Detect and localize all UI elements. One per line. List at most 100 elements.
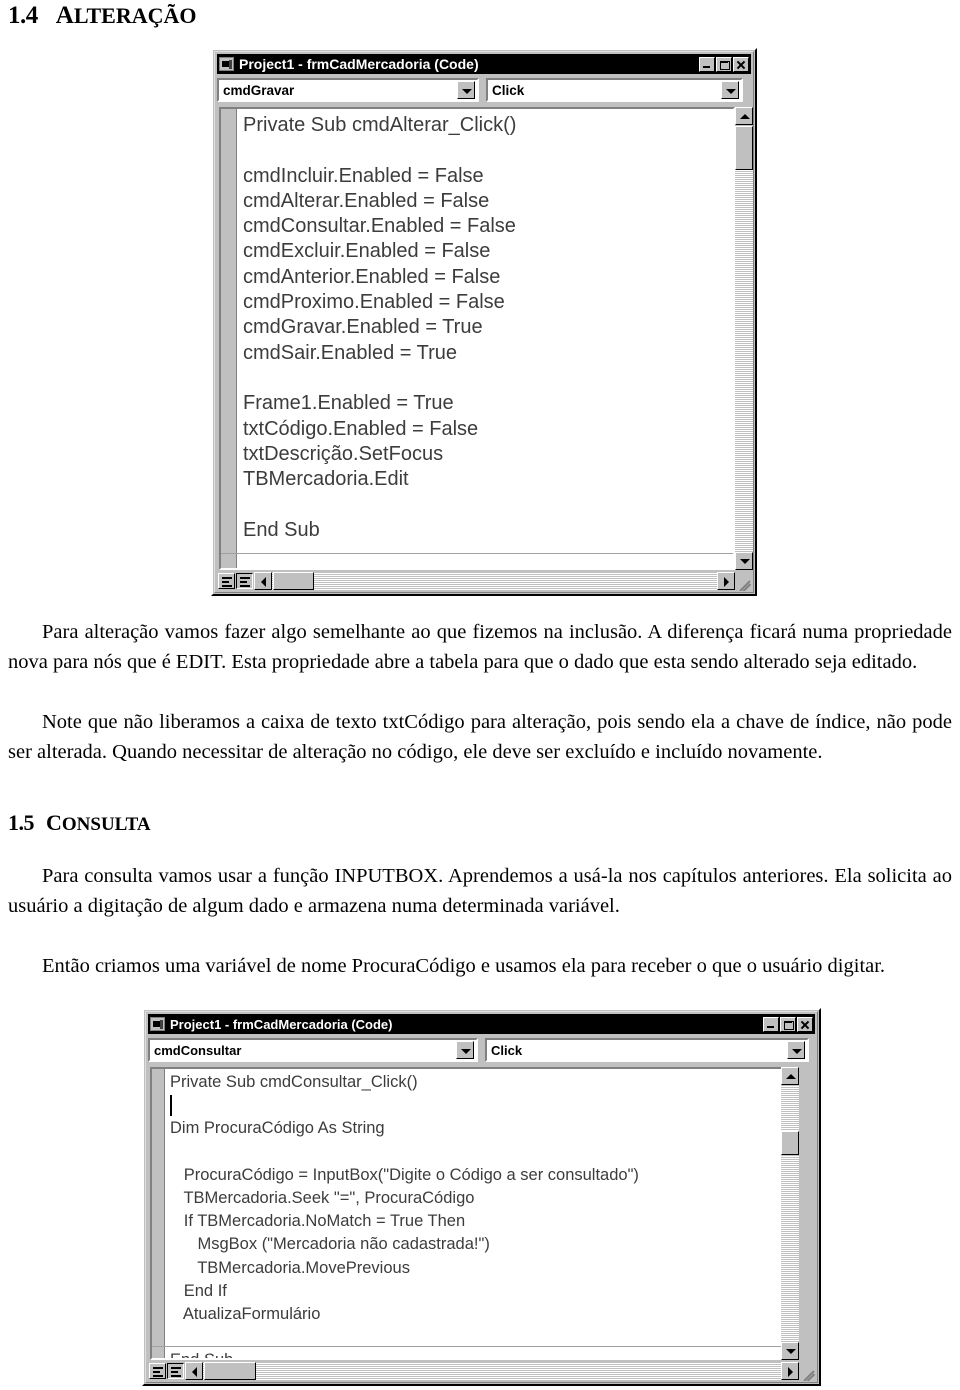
section-title: ALTERAÇÃO — [55, 2, 197, 29]
code-margin-indicator-bar-2 — [152, 1069, 165, 1358]
window-1-title-bar[interactable]: Project1 - frmCadMercadoria (Code) — [217, 54, 751, 74]
code-separator-line-1 — [221, 553, 733, 554]
close-icon[interactable] — [733, 56, 749, 72]
code-line: MsgBox ("Mercadoria não cadastrada!") — [170, 1235, 490, 1254]
section-title: CONSULTA — [46, 810, 151, 835]
window-1-title: Project1 - frmCadMercadoria (Code) — [239, 56, 479, 72]
scroll-down-icon[interactable] — [735, 552, 753, 570]
code-line: cmdConsultar.Enabled = False — [243, 215, 516, 238]
vb-code-window-2[interactable]: Project1 - frmCadMercadoria (Code) cmdCo… — [142, 1008, 821, 1386]
scroll-right-icon[interactable] — [781, 1362, 799, 1380]
code-line: End Sub — [170, 1349, 797, 1358]
paragraph-1-text: Para alteração vamos fazer algo semelhan… — [8, 620, 952, 673]
chevron-down-icon[interactable] — [721, 81, 739, 99]
minimize-icon[interactable] — [699, 56, 715, 72]
procedure-combo-1[interactable]: Click — [486, 78, 743, 102]
minimize-icon[interactable] — [763, 1016, 779, 1032]
window-1-combo-row: cmdGravar Click — [217, 77, 751, 103]
code-line: End If — [170, 1281, 227, 1300]
procedure-view-icon[interactable] — [218, 573, 235, 589]
code-text-1[interactable]: Private Sub cmdAlterar_Click() cmdInclui… — [243, 113, 733, 568]
code-separator-line-2 — [152, 1346, 797, 1347]
section-number: 1.4 — [8, 2, 38, 29]
resize-grip-1[interactable] — [736, 575, 752, 591]
object-combo-1-value: cmdGravar — [223, 82, 295, 98]
paragraph-3: Para consulta vamos usar a função INPUTB… — [8, 861, 952, 921]
window-2-title: Project1 - frmCadMercadoria (Code) — [170, 1016, 393, 1032]
code-line: AtualizaFormulário — [170, 1305, 321, 1324]
code-editor-2[interactable]: Private Sub cmdConsultar_Click() Dim Pro… — [150, 1067, 799, 1360]
object-combo-2[interactable]: cmdConsultar — [148, 1038, 478, 1062]
procedure-combo-2[interactable]: Click — [485, 1038, 809, 1062]
full-module-view-icon[interactable] — [236, 573, 253, 589]
procedure-combo-1-value: Click — [492, 82, 525, 98]
horizontal-scroll-thumb-1[interactable] — [273, 572, 314, 590]
paragraph-4-text: Então criamos uma variável de nome Procu… — [42, 954, 886, 977]
code-line: txtCódigo.Enabled = False — [243, 417, 479, 440]
horizontal-scroll-thumb-2[interactable] — [204, 1362, 256, 1380]
maximize-icon[interactable] — [780, 1016, 796, 1032]
procedure-combo-2-value: Click — [491, 1042, 523, 1058]
scroll-right-icon[interactable] — [717, 572, 735, 590]
object-combo-1[interactable]: cmdGravar — [217, 78, 479, 102]
view-mode-buttons-2 — [149, 1363, 185, 1379]
code-line: cmdProximo.Enabled = False — [243, 291, 505, 314]
view-mode-buttons-1 — [218, 573, 254, 589]
full-module-view-icon[interactable] — [167, 1363, 184, 1379]
window-2-title-bar[interactable]: Project1 - frmCadMercadoria (Code) — [148, 1014, 815, 1034]
code-line: cmdGravar.Enabled = True — [243, 316, 483, 339]
code-margin-indicator-bar-1 — [221, 109, 237, 568]
chevron-down-icon[interactable] — [787, 1041, 805, 1059]
code-line: TBMercadoria.Seek "=", ProcuraCódigo — [170, 1189, 475, 1208]
paragraph-3-text: Para consulta vamos usar a função INPUTB… — [8, 864, 952, 917]
code-line: cmdExcluir.Enabled = False — [243, 240, 491, 263]
scroll-left-icon[interactable] — [185, 1362, 203, 1380]
resize-grip-2[interactable] — [800, 1365, 816, 1381]
code-line: If TBMercadoria.NoMatch = True Then — [170, 1212, 466, 1231]
horizontal-scrollbar-2[interactable] — [185, 1362, 799, 1380]
chevron-down-icon[interactable] — [457, 81, 475, 99]
maximize-icon[interactable] — [716, 56, 732, 72]
vertical-scroll-thumb-1[interactable] — [735, 126, 753, 170]
vertical-scroll-thumb-2[interactable] — [781, 1131, 799, 1155]
procedure-view-icon[interactable] — [149, 1363, 166, 1379]
code-line: Private Sub cmdConsultar_Click() — [170, 1073, 418, 1091]
horizontal-scrollbar-1[interactable] — [254, 572, 735, 590]
close-icon[interactable] — [797, 1016, 813, 1032]
code-line: ProcuraCódigo = InputBox("Digite o Códig… — [170, 1165, 639, 1184]
vb-code-window-1[interactable]: Project1 - frmCadMercadoria (Code) cmdGr… — [211, 48, 757, 596]
scroll-up-icon[interactable] — [735, 107, 753, 125]
code-editor-1[interactable]: Private Sub cmdAlterar_Click() cmdInclui… — [219, 107, 735, 570]
chevron-down-icon[interactable] — [456, 1041, 474, 1059]
section-heading-1-5: 1.5 CONSULTA — [8, 810, 151, 836]
object-combo-2-value: cmdConsultar — [154, 1042, 242, 1058]
code-line: cmdAnterior.Enabled = False — [243, 265, 501, 288]
scroll-down-icon[interactable] — [781, 1342, 799, 1360]
code-line — [170, 1094, 797, 1117]
window-2-controls — [763, 1016, 813, 1032]
vb-form-icon[interactable] — [219, 57, 234, 71]
code-line: cmdAlterar.Enabled = False — [243, 189, 490, 212]
scroll-left-icon[interactable] — [254, 572, 272, 590]
vb-form-icon[interactable] — [150, 1017, 165, 1031]
code-line: End Sub — [243, 518, 320, 541]
section-number: 1.5 — [8, 810, 35, 835]
paragraph-2: Note que não liberamos a caixa de texto … — [8, 707, 952, 767]
document-page: 1.4 ALTERAÇÃO Project1 - frmCadMercadoria… — [0, 0, 960, 1390]
code-line: Dim ProcuraCódigo As String — [170, 1119, 385, 1138]
code-line: Private Sub cmdAlterar_Click() — [243, 114, 517, 136]
vertical-scrollbar-2[interactable] — [781, 1067, 799, 1360]
code-line: cmdSair.Enabled = True — [243, 341, 458, 364]
vertical-scrollbar-1[interactable] — [735, 107, 753, 570]
window-1-controls — [699, 56, 749, 72]
scroll-up-icon[interactable] — [781, 1067, 799, 1085]
code-line: Frame1.Enabled = True — [243, 392, 454, 415]
code-line: TBMercadoria.Edit — [243, 468, 409, 491]
paragraph-4: Então criamos uma variável de nome Procu… — [8, 951, 952, 981]
code-text-2[interactable]: Private Sub cmdConsultar_Click() Dim Pro… — [170, 1071, 797, 1358]
code-line: cmdIncluir.Enabled = False — [243, 164, 484, 187]
